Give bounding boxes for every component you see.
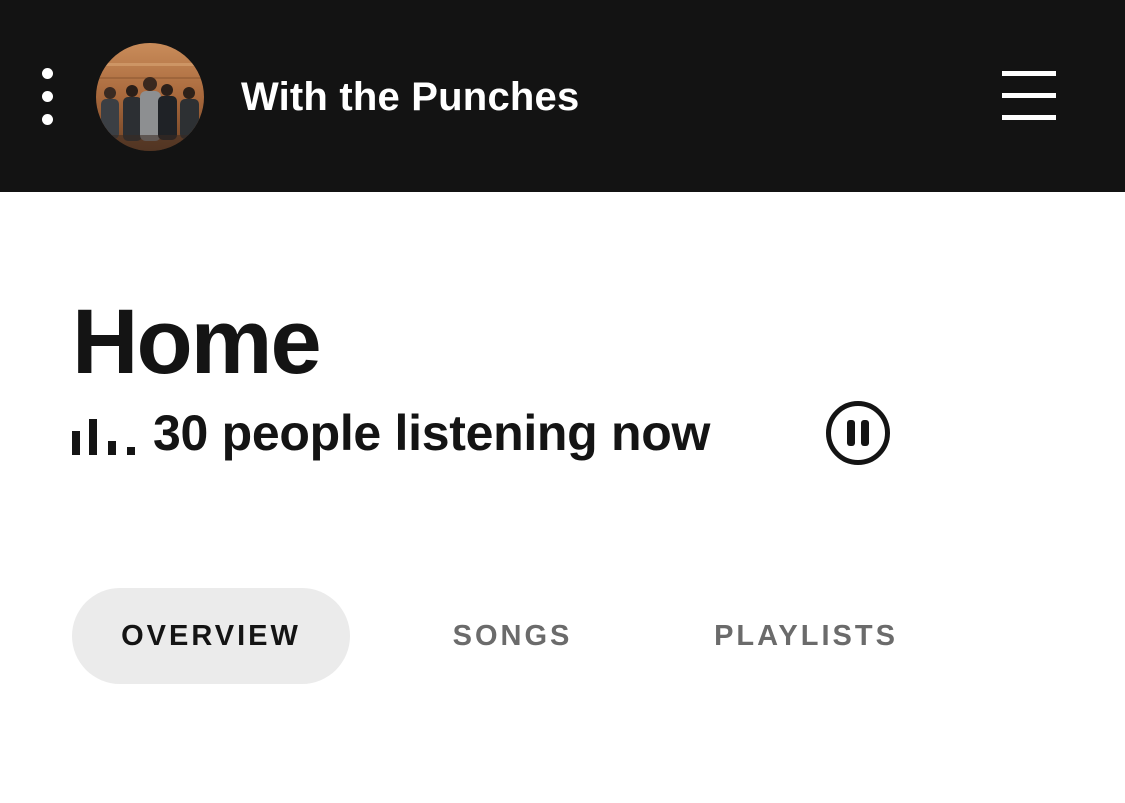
artist-name[interactable]: With the Punches (241, 72, 579, 122)
app-page: With the Punches Home 30 people listenin… (0, 0, 1125, 803)
listening-status: 30 people listening now (72, 400, 972, 466)
dot (42, 68, 53, 79)
tab-bar: OVERVIEW SONGS PLAYLISTS (72, 588, 1072, 684)
dot (42, 114, 53, 125)
band-photo (96, 43, 204, 151)
pause-circle-icon[interactable] (825, 400, 891, 466)
menu-line (1002, 71, 1056, 76)
top-bar: With the Punches (0, 0, 1125, 192)
listening-count: 30 people listening now (153, 405, 711, 461)
tab-songs[interactable]: SONGS (430, 588, 595, 684)
page-title: Home (72, 291, 322, 393)
menu-line (1002, 115, 1056, 120)
dot (42, 91, 53, 102)
hamburger-menu-icon[interactable] (998, 68, 1060, 124)
more-options-icon[interactable] (34, 64, 62, 130)
tab-playlists[interactable]: PLAYLISTS (706, 588, 906, 684)
artist-avatar[interactable] (96, 43, 204, 151)
audio-bars-icon (72, 419, 135, 455)
tab-overview[interactable]: OVERVIEW (72, 588, 350, 684)
menu-line (1002, 93, 1056, 98)
